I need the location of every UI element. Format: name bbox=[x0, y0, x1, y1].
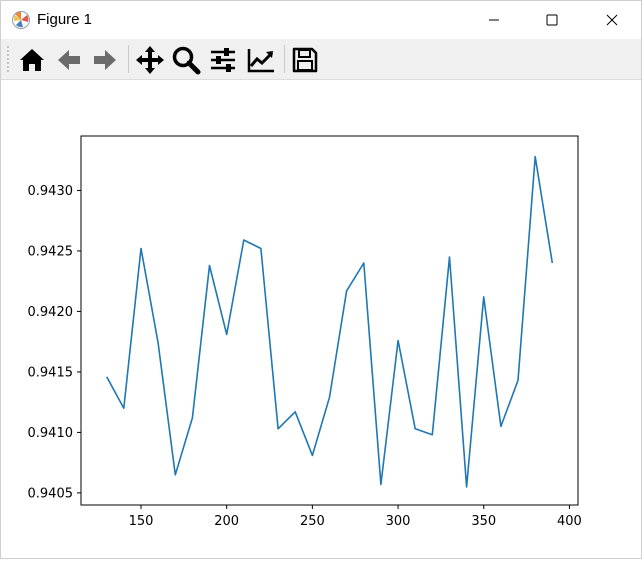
x-tick-label: 400 bbox=[557, 514, 582, 529]
toolbar-separator bbox=[284, 45, 285, 73]
back-button[interactable] bbox=[52, 43, 86, 77]
x-tick-label: 350 bbox=[471, 514, 496, 529]
minimize-icon bbox=[489, 19, 499, 21]
maximize-icon bbox=[546, 14, 558, 26]
move-icon bbox=[136, 46, 164, 74]
save-button[interactable] bbox=[288, 43, 322, 77]
arrow-right-icon bbox=[94, 50, 116, 70]
subplots-button[interactable] bbox=[206, 43, 240, 77]
floppy-disk-icon bbox=[292, 47, 318, 73]
x-tick-label: 200 bbox=[214, 514, 239, 529]
y-tick-label: 0.9410 bbox=[28, 426, 74, 441]
close-button[interactable] bbox=[589, 1, 635, 39]
maximize-button[interactable] bbox=[529, 1, 575, 39]
figure-canvas[interactable]: 0.9405 0.9410 0.9415 0.9420 0.9425 0.9430 150… bbox=[1, 80, 641, 558]
zoom-button[interactable] bbox=[169, 43, 203, 77]
window-title: Figure 1 bbox=[37, 11, 93, 28]
magnifier-icon bbox=[172, 46, 201, 75]
x-tick-label: 150 bbox=[129, 514, 154, 529]
matplotlib-logo-icon bbox=[11, 10, 31, 30]
y-tick-label: 0.9415 bbox=[28, 365, 74, 380]
y-tick-label: 0.9430 bbox=[28, 184, 74, 199]
toolbar-grip[interactable] bbox=[7, 45, 9, 73]
axes-frame bbox=[80, 135, 579, 506]
title-bar[interactable]: Figure 1 bbox=[1, 1, 641, 39]
x-tick-label: 250 bbox=[300, 514, 325, 529]
home-button[interactable] bbox=[15, 43, 49, 77]
customize-button[interactable] bbox=[244, 43, 278, 77]
toolbar-separator bbox=[128, 45, 129, 73]
minimize-button[interactable] bbox=[471, 1, 517, 39]
home-icon bbox=[20, 49, 44, 71]
series-line bbox=[105, 155, 554, 488]
y-tick-label: 0.9425 bbox=[28, 244, 74, 259]
close-icon bbox=[606, 14, 618, 26]
sliders-icon bbox=[211, 48, 235, 72]
forward-button[interactable] bbox=[88, 43, 122, 77]
line-chart: 0.9405 0.9410 0.9415 0.9420 0.9425 0.9430 150… bbox=[28, 135, 582, 529]
arrow-left-icon bbox=[58, 50, 80, 70]
y-tick-label: 0.9405 bbox=[28, 486, 74, 501]
pan-button[interactable] bbox=[133, 43, 167, 77]
chart-line-icon bbox=[247, 49, 274, 73]
x-tick-label: 300 bbox=[386, 514, 411, 529]
y-tick-label: 0.9420 bbox=[28, 305, 74, 320]
figure-window: Figure 1 0.9405 0.9410 0.9415 0.9420 0.9… bbox=[0, 0, 642, 559]
